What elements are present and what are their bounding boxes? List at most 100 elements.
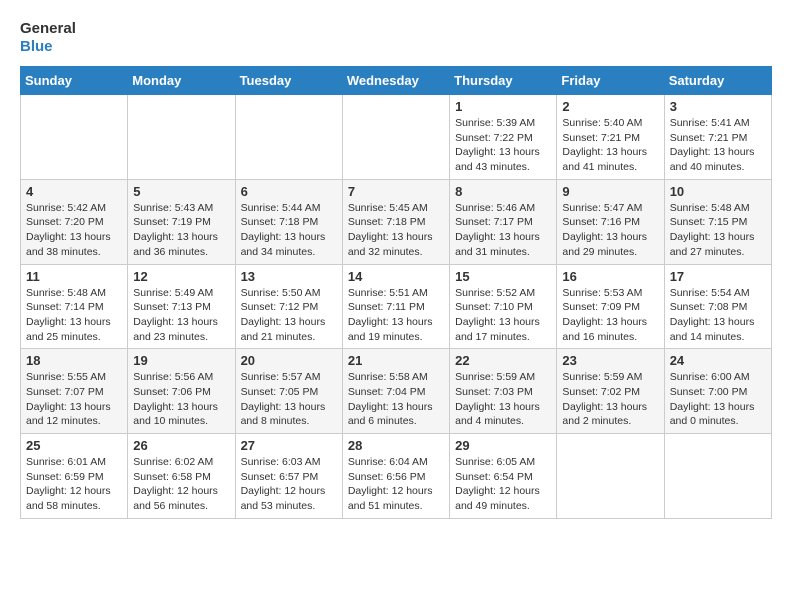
calendar-cell [664,434,771,519]
day-detail: Sunrise: 5:59 AM Sunset: 7:03 PM Dayligh… [455,370,551,429]
calendar-cell: 29 Sunrise: 6:05 AM Sunset: 6:54 PM Dayli… [450,434,557,519]
calendar-cell: 25Sunrise: 6:01 AM Sunset: 6:59 PM Dayli… [21,434,128,519]
calendar-cell: 2 Sunrise: 5:40 AM Sunset: 7:21 PM Daylig… [557,95,664,180]
day-number: 9 [562,184,658,199]
day-number: 2 [562,99,658,114]
calendar-cell: 5 Sunrise: 5:43 AM Sunset: 7:19 PM Daylig… [128,179,235,264]
weekday-header-row: SundayMondayTuesdayWednesdayThursdayFrid… [21,67,772,95]
day-number: 22 [455,353,551,368]
weekday-header-tuesday: Tuesday [235,67,342,95]
day-number: 21 [348,353,444,368]
day-number: 8 [455,184,551,199]
calendar-cell [557,434,664,519]
day-number: 29 [455,438,551,453]
day-number: 28 [348,438,444,453]
day-number: 15 [455,269,551,284]
day-detail: Sunrise: 5:51 AM Sunset: 7:11 PM Dayligh… [348,286,444,345]
page-header: GeneralBlue [20,20,772,56]
day-detail: Sunrise: 5:50 AM Sunset: 7:12 PM Dayligh… [241,286,337,345]
day-number: 3 [670,99,766,114]
calendar-cell: 9 Sunrise: 5:47 AM Sunset: 7:16 PM Daylig… [557,179,664,264]
day-detail: Sunrise: 5:43 AM Sunset: 7:19 PM Dayligh… [133,201,229,260]
day-detail: Sunrise: 5:41 AM Sunset: 7:21 PM Dayligh… [670,116,766,175]
day-detail: Sunrise: 5:40 AM Sunset: 7:21 PM Dayligh… [562,116,658,175]
day-number: 13 [241,269,337,284]
calendar-cell: 16 Sunrise: 5:53 AM Sunset: 7:09 PM Dayli… [557,264,664,349]
day-detail: Sunrise: 6:04 AM Sunset: 6:56 PM Dayligh… [348,455,444,514]
day-number: 16 [562,269,658,284]
calendar-cell [21,95,128,180]
calendar-cell: 20 Sunrise: 5:57 AM Sunset: 7:05 PM Dayli… [235,349,342,434]
day-detail: Sunrise: 6:05 AM Sunset: 6:54 PM Dayligh… [455,455,551,514]
day-number: 27 [241,438,337,453]
calendar-cell: 19Sunrise: 5:56 AM Sunset: 7:06 PM Dayli… [128,349,235,434]
day-detail: Sunrise: 5:44 AM Sunset: 7:18 PM Dayligh… [241,201,337,260]
calendar-cell: 4 Sunrise: 5:42 AM Sunset: 7:20 PM Daylig… [21,179,128,264]
day-detail: Sunrise: 5:57 AM Sunset: 7:05 PM Dayligh… [241,370,337,429]
calendar-cell: 3 Sunrise: 5:41 AM Sunset: 7:21 PM Daylig… [664,95,771,180]
logo: GeneralBlue [20,20,76,56]
calendar-cell: 24 Sunrise: 6:00 AM Sunset: 7:00 PM Dayli… [664,349,771,434]
weekday-header-sunday: Sunday [21,67,128,95]
calendar-table: SundayMondayTuesdayWednesdayThursdayFrid… [20,66,772,519]
day-detail: Sunrise: 5:42 AM Sunset: 7:20 PM Dayligh… [26,201,122,260]
calendar-cell: 13 Sunrise: 5:50 AM Sunset: 7:12 PM Dayli… [235,264,342,349]
day-detail: Sunrise: 5:49 AM Sunset: 7:13 PM Dayligh… [133,286,229,345]
day-detail: Sunrise: 6:00 AM Sunset: 7:00 PM Dayligh… [670,370,766,429]
logo-general-text: General [20,20,76,38]
weekday-header-friday: Friday [557,67,664,95]
weekday-header-wednesday: Wednesday [342,67,449,95]
calendar-cell: 1 Sunrise: 5:39 AM Sunset: 7:22 PM Daylig… [450,95,557,180]
day-number: 1 [455,99,551,114]
week-row-4: 18Sunrise: 5:55 AM Sunset: 7:07 PM Dayli… [21,349,772,434]
calendar-cell: 22 Sunrise: 5:59 AM Sunset: 7:03 PM Dayli… [450,349,557,434]
day-number: 26 [133,438,229,453]
weekday-header-monday: Monday [128,67,235,95]
day-number: 19 [133,353,229,368]
week-row-3: 11 Sunrise: 5:48 AM Sunset: 7:14 PM Dayli… [21,264,772,349]
day-detail: Sunrise: 5:48 AM Sunset: 7:15 PM Dayligh… [670,201,766,260]
day-number: 18 [26,353,122,368]
day-detail: Sunrise: 5:47 AM Sunset: 7:16 PM Dayligh… [562,201,658,260]
day-number: 14 [348,269,444,284]
day-detail: Sunrise: 6:02 AM Sunset: 6:58 PM Dayligh… [133,455,229,514]
day-number: 4 [26,184,122,199]
calendar-cell: 6 Sunrise: 5:44 AM Sunset: 7:18 PM Daylig… [235,179,342,264]
day-detail: Sunrise: 5:54 AM Sunset: 7:08 PM Dayligh… [670,286,766,345]
weekday-header-saturday: Saturday [664,67,771,95]
day-detail: Sunrise: 6:03 AM Sunset: 6:57 PM Dayligh… [241,455,337,514]
day-detail: Sunrise: 5:46 AM Sunset: 7:17 PM Dayligh… [455,201,551,260]
calendar-cell: 17 Sunrise: 5:54 AM Sunset: 7:08 PM Dayli… [664,264,771,349]
calendar-cell: 11 Sunrise: 5:48 AM Sunset: 7:14 PM Dayli… [21,264,128,349]
calendar-cell: 28 Sunrise: 6:04 AM Sunset: 6:56 PM Dayli… [342,434,449,519]
day-number: 6 [241,184,337,199]
calendar-cell: 21 Sunrise: 5:58 AM Sunset: 7:04 PM Dayli… [342,349,449,434]
calendar-cell: 14 Sunrise: 5:51 AM Sunset: 7:11 PM Dayli… [342,264,449,349]
calendar-cell: 26 Sunrise: 6:02 AM Sunset: 6:58 PM Dayli… [128,434,235,519]
calendar-cell: 18Sunrise: 5:55 AM Sunset: 7:07 PM Dayli… [21,349,128,434]
weekday-header-thursday: Thursday [450,67,557,95]
day-detail: Sunrise: 5:48 AM Sunset: 7:14 PM Dayligh… [26,286,122,345]
day-number: 12 [133,269,229,284]
day-number: 25 [26,438,122,453]
calendar-cell [128,95,235,180]
day-number: 5 [133,184,229,199]
day-detail: Sunrise: 5:39 AM Sunset: 7:22 PM Dayligh… [455,116,551,175]
calendar-cell: 7Sunrise: 5:45 AM Sunset: 7:18 PM Daylig… [342,179,449,264]
day-detail: Sunrise: 5:45 AM Sunset: 7:18 PM Dayligh… [348,201,444,260]
day-number: 24 [670,353,766,368]
day-detail: Sunrise: 5:59 AM Sunset: 7:02 PM Dayligh… [562,370,658,429]
week-row-1: 1 Sunrise: 5:39 AM Sunset: 7:22 PM Daylig… [21,95,772,180]
day-number: 17 [670,269,766,284]
day-detail: Sunrise: 5:58 AM Sunset: 7:04 PM Dayligh… [348,370,444,429]
calendar-cell: 12 Sunrise: 5:49 AM Sunset: 7:13 PM Dayli… [128,264,235,349]
calendar-cell: 10Sunrise: 5:48 AM Sunset: 7:15 PM Dayli… [664,179,771,264]
day-number: 11 [26,269,122,284]
day-number: 20 [241,353,337,368]
week-row-5: 25Sunrise: 6:01 AM Sunset: 6:59 PM Dayli… [21,434,772,519]
calendar-cell: 8 Sunrise: 5:46 AM Sunset: 7:17 PM Daylig… [450,179,557,264]
week-row-2: 4 Sunrise: 5:42 AM Sunset: 7:20 PM Daylig… [21,179,772,264]
day-detail: Sunrise: 5:53 AM Sunset: 7:09 PM Dayligh… [562,286,658,345]
calendar-cell: 23Sunrise: 5:59 AM Sunset: 7:02 PM Dayli… [557,349,664,434]
calendar-cell [235,95,342,180]
